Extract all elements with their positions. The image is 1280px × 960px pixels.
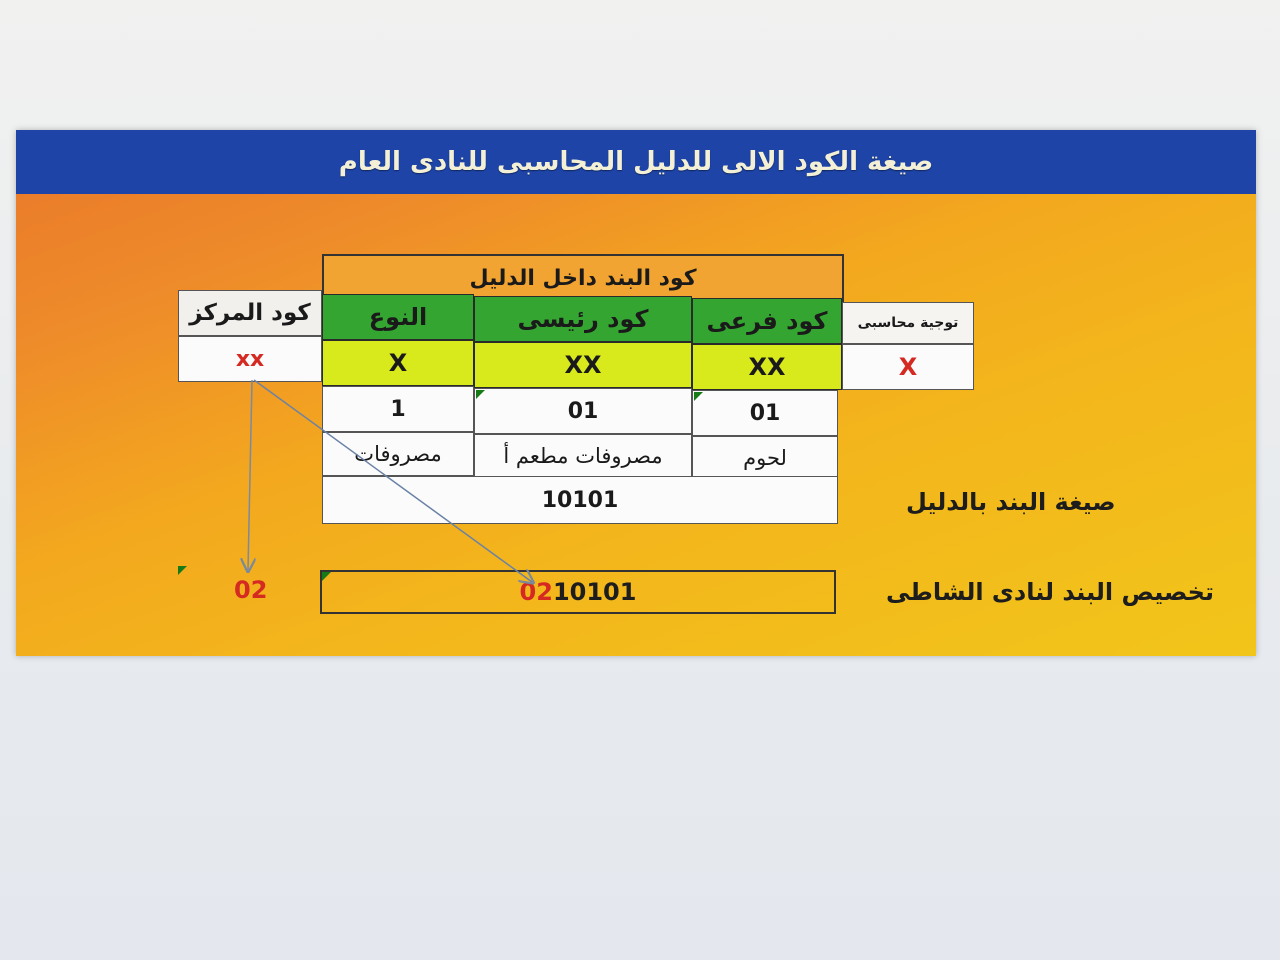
arrow-to-center-value: [248, 379, 252, 570]
spreadsheet-panel: صيغة الكود الالى للدليل المحاسبى للنادى …: [16, 130, 1256, 656]
connector-arrows: [16, 379, 1256, 656]
arrow-to-allocation: [253, 379, 532, 582]
